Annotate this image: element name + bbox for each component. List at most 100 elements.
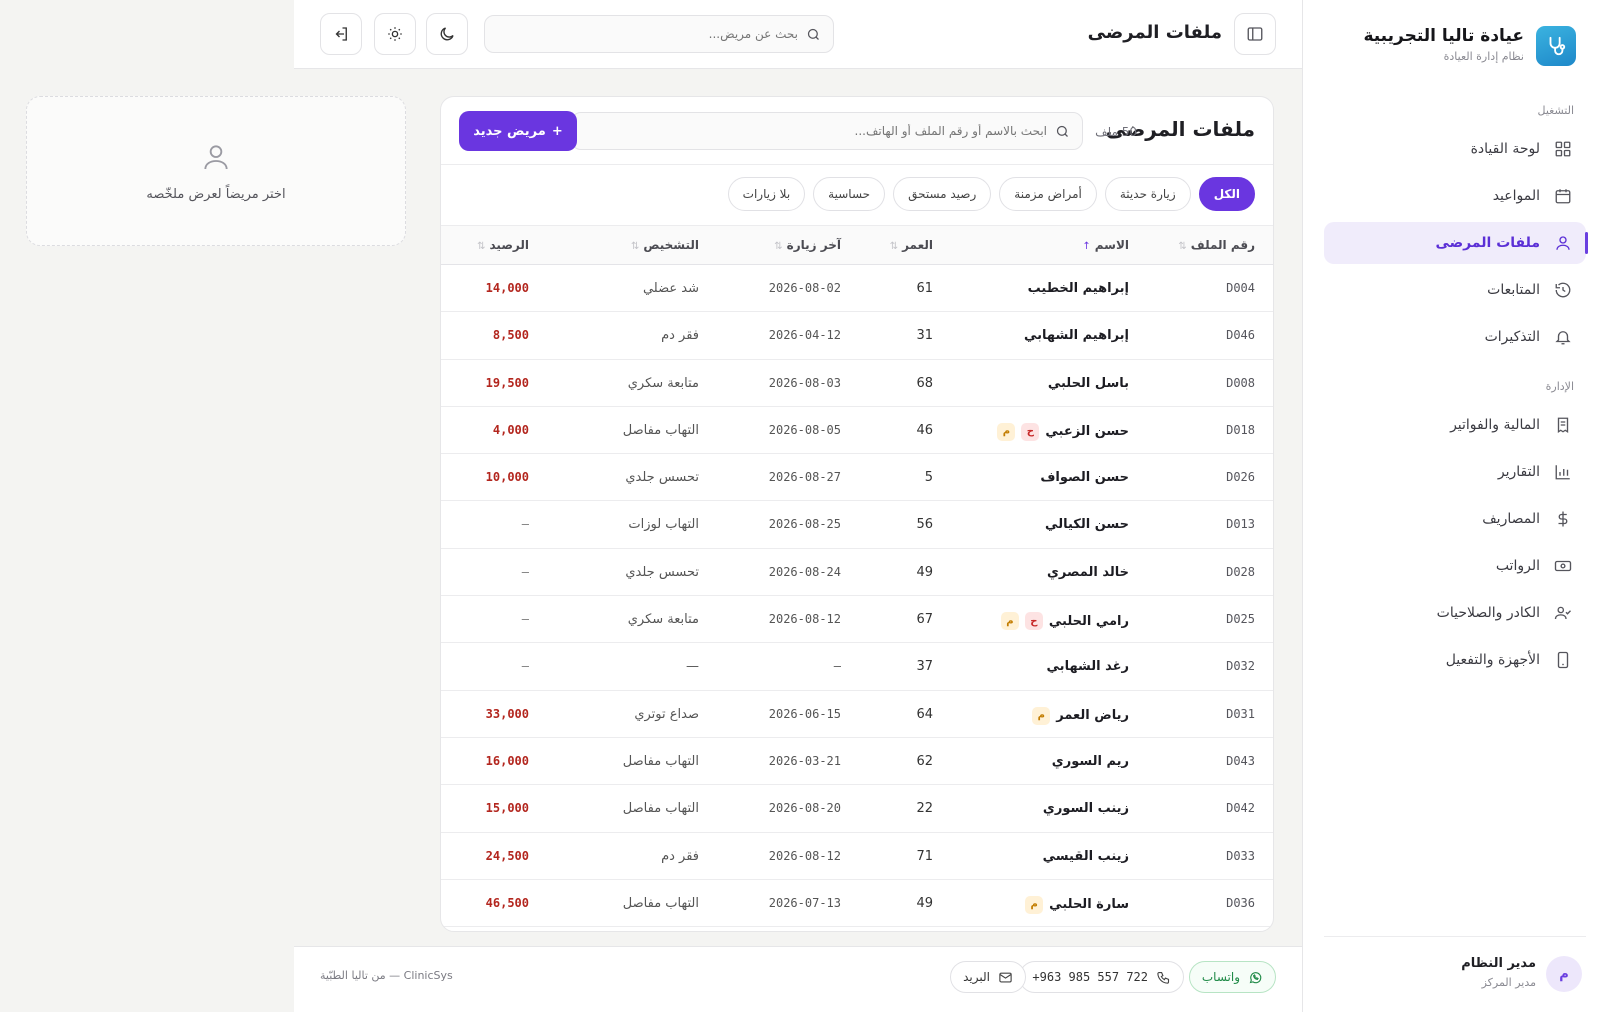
cell-age: 64	[916, 706, 933, 722]
table-row[interactable]: D028 خالد المصري 49 2026-08-24 تحسس جلدي —	[441, 549, 1273, 597]
table-row[interactable]: D046 إبراهيم الشهابي 31 2026-04-12 فقر دم 8,5…	[441, 312, 1273, 360]
logout-icon	[335, 27, 347, 41]
email-button[interactable]: البريد	[950, 961, 1026, 993]
filter-chip-allergy[interactable]: حساسية	[813, 177, 886, 211]
cell-last-visit: 2026-08-05	[768, 422, 841, 437]
sidebar-item-label: المتابعات	[1487, 282, 1540, 298]
whatsapp-button[interactable]: واتساب	[1188, 961, 1276, 993]
cell-name: حسن الكيالي	[1045, 517, 1129, 532]
sidebar-divider	[1324, 936, 1586, 937]
receipt-icon	[1557, 417, 1569, 434]
sidebar-item-reports[interactable]: التقارير	[1324, 451, 1586, 493]
cell-file-id: D026	[1226, 470, 1255, 485]
column-header-last-visit[interactable]: آخر زيارة⇅	[774, 238, 841, 252]
sidebar: عيادة تاليا التجريبية نظام إدارة العيادة…	[1302, 0, 1600, 1012]
table-header: رقم الملف⇅ الاسم↑ العمر⇅ آخر زيارة⇅ التش…	[441, 225, 1273, 265]
cell-name: إبراهيم الشهابي	[1024, 328, 1129, 343]
cell-name: حسن الصواف	[1040, 470, 1129, 485]
cell-age: 71	[916, 848, 933, 864]
column-header-age[interactable]: العمر⇅	[890, 238, 933, 252]
search-input[interactable]	[497, 27, 798, 41]
cell-name: حسن الزعبي ح م	[997, 422, 1129, 441]
cell-age: 31	[916, 328, 933, 344]
table-row[interactable]: D033 زينب القيسي 71 2026-08-12 فقر دم 24,500	[441, 833, 1273, 880]
dark-mode-button[interactable]	[426, 13, 468, 55]
cell-diagnosis: التهاب مفاصل	[622, 422, 699, 438]
cell-name: رامي الحلبي ح م	[1000, 612, 1129, 631]
topbar: ملفات المرضى	[294, 0, 1302, 69]
cell-age: 62	[916, 753, 933, 769]
stethoscope-icon	[1536, 26, 1576, 66]
table-row[interactable]: D036 سارة الحلبي م 49 2026-07-13 التهاب مفاصل…	[441, 880, 1273, 928]
table-row[interactable]: D018 حسن الزعبي ح م 46 2026-08-05 التهاب مفاصل…	[441, 407, 1273, 455]
cell-balance: 24,500	[485, 848, 529, 863]
column-header-id[interactable]: رقم الملف⇅	[1178, 238, 1255, 252]
sidebar-item-salaries[interactable]: الرواتب	[1324, 545, 1586, 587]
table-row[interactable]: D004 إبراهيم الخطيب 61 2026-08-02 شد عضلي 14,…	[441, 265, 1273, 313]
cell-last-visit: 2026-03-21	[768, 753, 841, 768]
user-profile[interactable]: م مدير النظام مدير المركز	[1320, 952, 1582, 996]
cell-file-id: D032	[1226, 659, 1255, 674]
table-row[interactable]: D032 رغد الشهابي 37 — — —	[441, 643, 1273, 691]
cell-balance: —	[521, 659, 529, 674]
filter-chip-all[interactable]: الكل	[1198, 177, 1255, 211]
sidebar-item-finance[interactable]: المالية والفواتير	[1324, 404, 1586, 446]
cell-age: 22	[916, 801, 933, 817]
filter-chip-recent-visit[interactable]: زيارة حديثة	[1104, 177, 1191, 211]
filter-chip-balance-due[interactable]: رصيد مستحق	[893, 177, 992, 211]
filter-chip-no-visits[interactable]: بلا زيارات	[727, 177, 806, 211]
table-row[interactable]: D042 زينب السوري 22 2026-08-20 التهاب مفاصل 1…	[441, 785, 1273, 833]
cell-balance: 10,000	[485, 470, 529, 485]
cell-file-id: D042	[1226, 801, 1255, 816]
sidebar-item-dashboard[interactable]: لوحة القيادة	[1324, 128, 1586, 170]
chronic-tag: م	[1032, 706, 1051, 725]
filter-chip-chronic[interactable]: أمراض مزمنة	[999, 177, 1097, 211]
cell-last-visit: 2026-08-27	[768, 470, 841, 485]
top-search[interactable]	[484, 15, 834, 53]
table-row[interactable]: D026 حسن الصواف 5 2026-08-27 تحسس جلدي 10,000	[441, 454, 1273, 502]
new-patient-button[interactable]: + مريض جديد	[459, 111, 577, 151]
sidebar-item-patient-files[interactable]: ملفات المرضى	[1324, 222, 1588, 264]
brand: عيادة تاليا التجريبية نظام إدارة العيادة	[1316, 26, 1576, 68]
patient-search[interactable]	[571, 112, 1083, 150]
patient-name: خالد المصري	[1046, 564, 1129, 580]
allergy-tag: ح	[1021, 422, 1040, 441]
cell-name: باسل الحلبي	[1048, 376, 1129, 391]
sidebar-item-label: ملفات المرضى	[1435, 235, 1540, 251]
chronic-tag: م	[1000, 612, 1019, 631]
cell-age: 49	[916, 564, 933, 580]
sidebar-item-staff[interactable]: الكادر والصلاحيات	[1324, 592, 1586, 634]
cell-file-id: D018	[1226, 422, 1255, 437]
column-header-name[interactable]: الاسم↑	[1082, 238, 1129, 252]
plus-icon: +	[551, 123, 563, 139]
cell-balance: 16,000	[485, 753, 529, 768]
column-header-balance[interactable]: الرصيد⇅	[477, 238, 529, 252]
chronic-tag: م	[997, 422, 1016, 441]
table-row[interactable]: D008 باسل الحلبي 68 2026-08-03 متابعة سكري 19…	[441, 360, 1273, 407]
column-header-diagnosis[interactable]: التشخيص⇅	[631, 238, 699, 252]
table-row[interactable]: D013 حسن الكيالي 56 2026-08-25 التهاب لوزات —	[441, 501, 1273, 549]
table-row[interactable]: D031 رياض العمر م 64 2026-06-15 صداع توتري 33,…	[441, 691, 1273, 738]
table-row[interactable]: D025 رامي الحلبي ح م 67 2026-08-12 متابعة سكري…	[441, 596, 1273, 644]
light-mode-button[interactable]	[374, 13, 416, 55]
sidebar-item-followups[interactable]: المتابعات	[1324, 269, 1586, 311]
phone-button[interactable]: +963 985 557 722	[1019, 961, 1184, 993]
sidebar-item-label: التذكيرات	[1484, 329, 1540, 345]
sidebar-item-devices[interactable]: الأجهزة والتفعيل	[1324, 639, 1586, 681]
cell-age: 56	[916, 517, 933, 533]
cell-name: رياض العمر م	[1032, 706, 1129, 725]
sidebar-item-reminders[interactable]: التذكيرات	[1324, 316, 1586, 358]
cell-file-id: D028	[1226, 564, 1255, 579]
moon-icon	[440, 27, 454, 41]
sidebar-item-expenses[interactable]: المصاريف	[1324, 498, 1586, 540]
sidebar-item-appointments[interactable]: المواعيد	[1324, 175, 1586, 217]
cell-file-id: D033	[1226, 848, 1255, 863]
user-name: مدير النظام	[1461, 956, 1536, 971]
patient-search-input[interactable]	[584, 124, 1047, 138]
mail-icon	[999, 972, 1012, 982]
cell-diagnosis: التهاب مفاصل	[622, 895, 699, 911]
logout-button[interactable]	[320, 13, 362, 55]
patient-name: رغد الشهابي	[1046, 659, 1129, 675]
toggle-sidebar-button[interactable]	[1234, 13, 1276, 55]
table-row[interactable]: D043 ريم السوري 62 2026-03-21 التهاب مفاصل 16…	[441, 738, 1273, 786]
